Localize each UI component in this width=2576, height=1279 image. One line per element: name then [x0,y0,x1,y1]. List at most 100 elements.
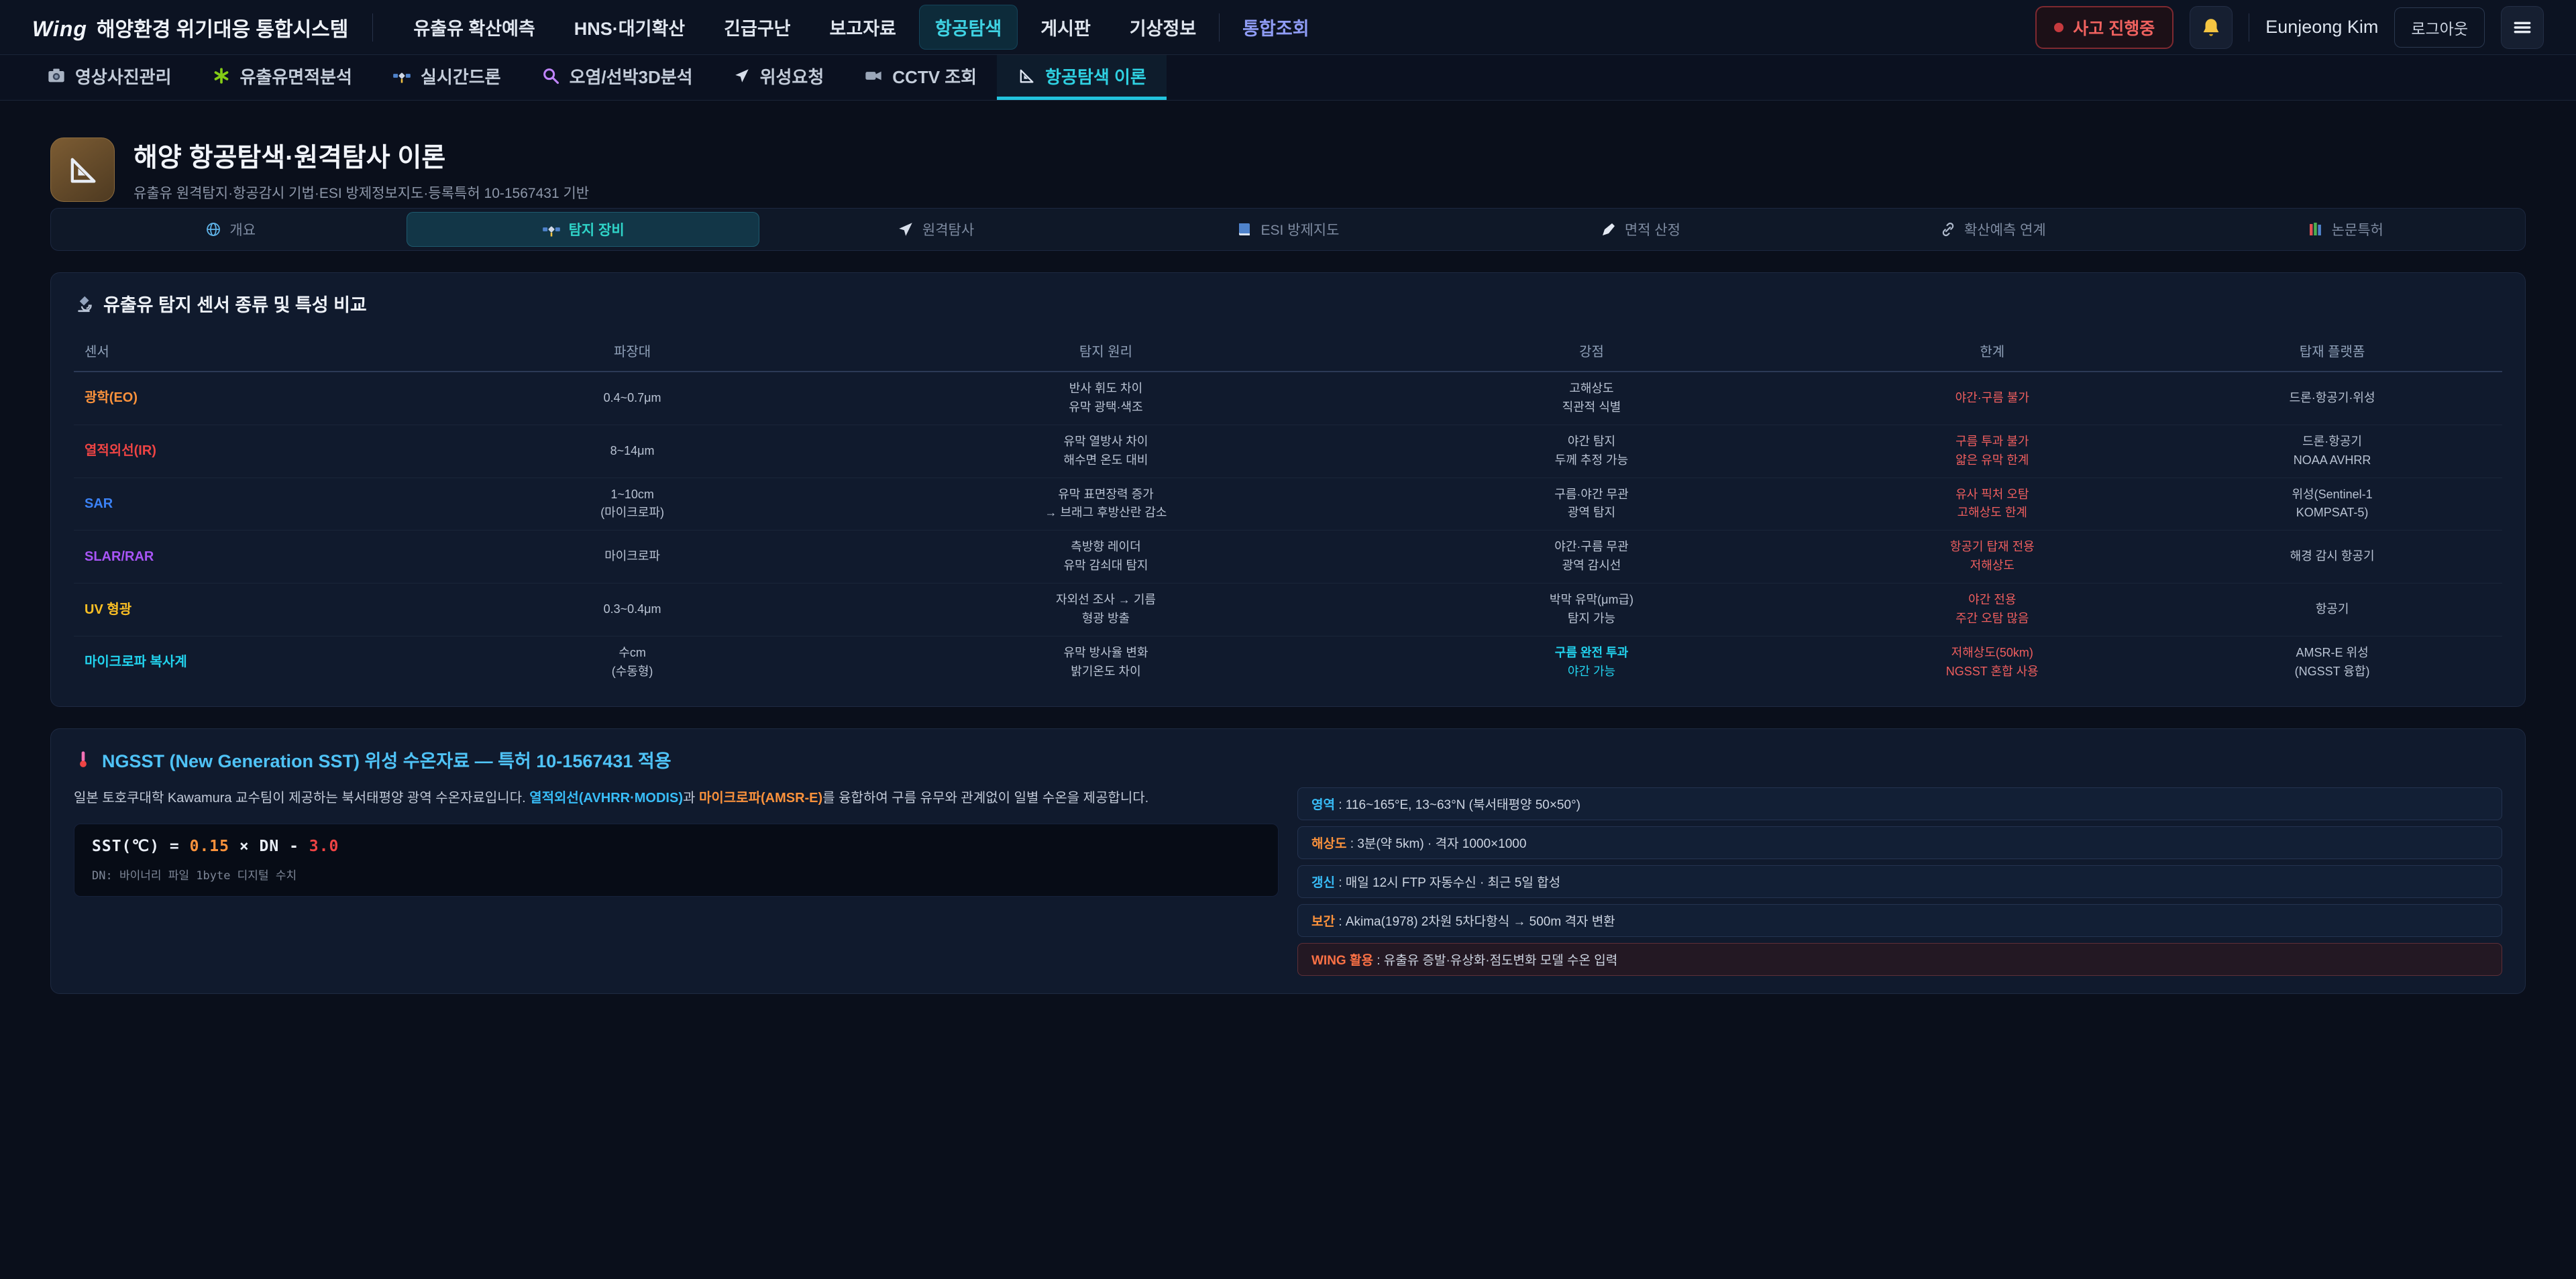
nav-item-기상정보[interactable]: 기상정보 [1114,5,1212,50]
book-icon [1236,221,1252,237]
cell-line: 드론·항공기 [2166,433,2498,451]
divider [372,13,373,42]
tab-확산예측 연계[interactable]: 확산예측 연계 [1817,212,2169,247]
table-cell: 측방향 레이더유막 감쇠대 탐지 [851,531,1360,583]
notifications-button[interactable] [2190,6,2233,49]
subnav-item-영상사진관리[interactable]: 영상사진관리 [27,55,192,100]
table-cell: 구름·야간 무관광역 탐지 [1361,478,1823,531]
table-cell: 0.4~0.7μm [414,382,851,415]
tab-label: ESI 방제지도 [1260,219,1339,239]
magnifier-icon [541,66,560,85]
cell-line: 0.4~0.7μm [418,389,847,408]
divider [1219,13,1220,42]
bell-icon [2200,16,2222,39]
sensor-row-마이크로파 복사계: 마이크로파 복사계수cm(수동형)유막 방사율 변화밝기온도 차이구름 완전 투… [74,636,2502,689]
cell-line: 8~14μm [418,442,847,461]
cell-line: 고해상도 [1365,380,1819,398]
page-subtitle: 유출유 원격탐지·항공감시 기법·ESI 방제정보지도·등록특허 10-1567… [133,182,589,203]
logout-button[interactable]: 로그아웃 [2394,7,2485,48]
cell-line: 드론·항공기·위성 [2166,389,2498,408]
ngsst-desc-text: 일본 토호쿠대학 Kawamura 교수팀이 제공하는 북서태평양 광역 수온자… [74,791,529,805]
asterisk-icon [212,66,231,85]
menu-button[interactable] [2501,6,2544,49]
subnav-label: 오염/선박3D분석 [570,64,693,89]
nav-item-게시판[interactable]: 게시판 [1024,5,1107,50]
tab-면적 산정[interactable]: 면적 산정 [1464,212,1817,247]
cell-line: 해수면 온도 대비 [855,451,1356,470]
subnav-item-CCTV 조회[interactable]: CCTV 조회 [844,55,997,100]
tab-개요[interactable]: 개요 [54,212,407,247]
user-name: Eunjeong Kim [2265,17,2378,38]
cctv-icon [864,66,883,85]
subnav-label: 유출유면적분석 [240,64,352,89]
cell-line: 유사 픽처 오탐 [1826,486,2158,504]
cell-line: 유막 광택·색조 [855,398,1356,417]
subnav-item-실시간드론[interactable]: 실시간드론 [372,55,521,100]
sensor-table: 센서파장대탐지 원리강점한계탑재 플랫폼 광학(EO)0.4~0.7μm반사 휘… [74,331,2502,689]
table-cell: 박막 유막(μm급)탐지 가능 [1361,583,1823,636]
nav-item-긴급구난[interactable]: 긴급구난 [708,5,806,50]
cell-line: AMSR-E 위성 [2166,644,2498,663]
cell-line: 야간 가능 [1365,663,1819,681]
incident-status-label: 사고 진행중 [2073,15,2155,40]
ruler-icon [1017,66,1036,85]
sensor-table-title-row: 유출유 탐지 센서 종류 및 특성 비교 [74,290,2502,317]
nav-item-항공탐색[interactable]: 항공탐색 [919,5,1018,50]
cell-line: NGSST 혼합 사용 [1826,663,2158,681]
sensor-row-UV 형광: UV 형광0.3~0.4μm자외선 조사 → 기름형광 방출박막 유막(μm급)… [74,583,2502,636]
table-cell: 야간 전용주간 오탐 많음 [1822,583,2162,636]
table-cell: 드론·항공기·위성 [2162,382,2502,415]
table-cell: 드론·항공기NOAA AVHRR [2162,425,2502,478]
formula-offset: 3.0 [309,838,339,855]
spec-label: 갱신 [1311,876,1335,890]
page-icon [50,137,115,202]
sensor-name: SLAR/RAR [74,539,414,575]
pencil-icon [1601,221,1617,237]
nav-item-HNS·대기확산[interactable]: HNS·대기확산 [558,5,701,50]
column-header: 강점 [1361,331,1823,371]
subnav-item-위성요청[interactable]: 위성요청 [713,55,845,100]
cell-line: 야간·구름 무관 [1365,538,1819,557]
subnav-item-유출유면적분석[interactable]: 유출유면적분석 [192,55,372,100]
link-icon [1940,221,1956,237]
tab-ESI 방제지도[interactable]: ESI 방제지도 [1112,212,1464,247]
app-title: 해양환경 위기대응 통합시스템 [97,13,348,42]
top-bar: Wing 해양환경 위기대응 통합시스템 유출유 확산예측HNS·대기확산긴급구… [0,0,2576,55]
subnav-label: CCTV 조회 [892,64,977,89]
spec-value: : Akima(1978) 2차원 5차다항식 → 500m 격자 변환 [1335,915,1615,929]
cell-line: 밝기온도 차이 [855,663,1356,681]
subnav-item-오염/선박3D분석[interactable]: 오염/선박3D분석 [521,55,713,100]
cell-line: 직관적 식별 [1365,398,1819,417]
tab-원격탐사[interactable]: 원격탐사 [759,212,1112,247]
table-cell: 항공기 탑재 전용저해상도 [1822,531,2162,583]
spec-label: WING 활용 [1311,954,1373,968]
nav-item-유출유 확산예측[interactable]: 유출유 확산예측 [397,5,551,50]
table-cell: 0.3~0.4μm [414,593,851,626]
cell-line: 구름 완전 투과 [1365,644,1819,663]
cell-line: 저해상도 [1826,557,2158,575]
spec-value: : 3분(약 5km) · 격자 1000×1000 [1346,837,1526,851]
tab-label: 논문특허 [2332,219,2383,239]
nav-item-보고자료[interactable]: 보고자료 [814,5,912,50]
cell-line: 위성(Sentinel-1 [2166,486,2498,504]
table-cell: 저해상도(50km)NGSST 혼합 사용 [1822,636,2162,689]
table-cell: 자외선 조사 → 기름형광 방출 [851,583,1360,636]
formula-coefficient: 0.15 [190,838,229,855]
ngsst-desc-highlight-ir: 열적외선(AVHRR·MODIS) [529,791,683,805]
main-menu: 유출유 확산예측HNS·대기확산긴급구난보고자료항공탐색게시판기상정보 통합조회 [397,5,2011,50]
cell-line: 항공기 탑재 전용 [1826,538,2158,557]
cell-line: (마이크로파) [418,504,847,522]
subnav-label: 실시간드론 [421,64,501,89]
spec-value: : 매일 12시 FTP 자동수신 · 최근 5일 합성 [1335,876,1560,890]
logo-mark: Wing [32,17,87,42]
tab-논문특허[interactable]: 논문특허 [2169,212,2522,247]
tab-탐지 장비[interactable]: 탐지 장비 [407,212,759,247]
subnav-item-항공탐색 이론[interactable]: 항공탐색 이론 [997,55,1167,100]
satellite-icon [542,220,561,239]
column-header: 탐지 원리 [851,331,1360,371]
tab-label: 탐지 장비 [569,219,625,239]
table-cell: 1~10cm(마이크로파) [414,478,851,531]
nav-item-통합조회[interactable]: 통합조회 [1226,5,1325,50]
cell-line: 구름·야간 무관 [1365,486,1819,504]
sensor-row-광학(EO): 광학(EO)0.4~0.7μm반사 휘도 차이유막 광택·색조고해상도직관적 식… [74,372,2502,425]
